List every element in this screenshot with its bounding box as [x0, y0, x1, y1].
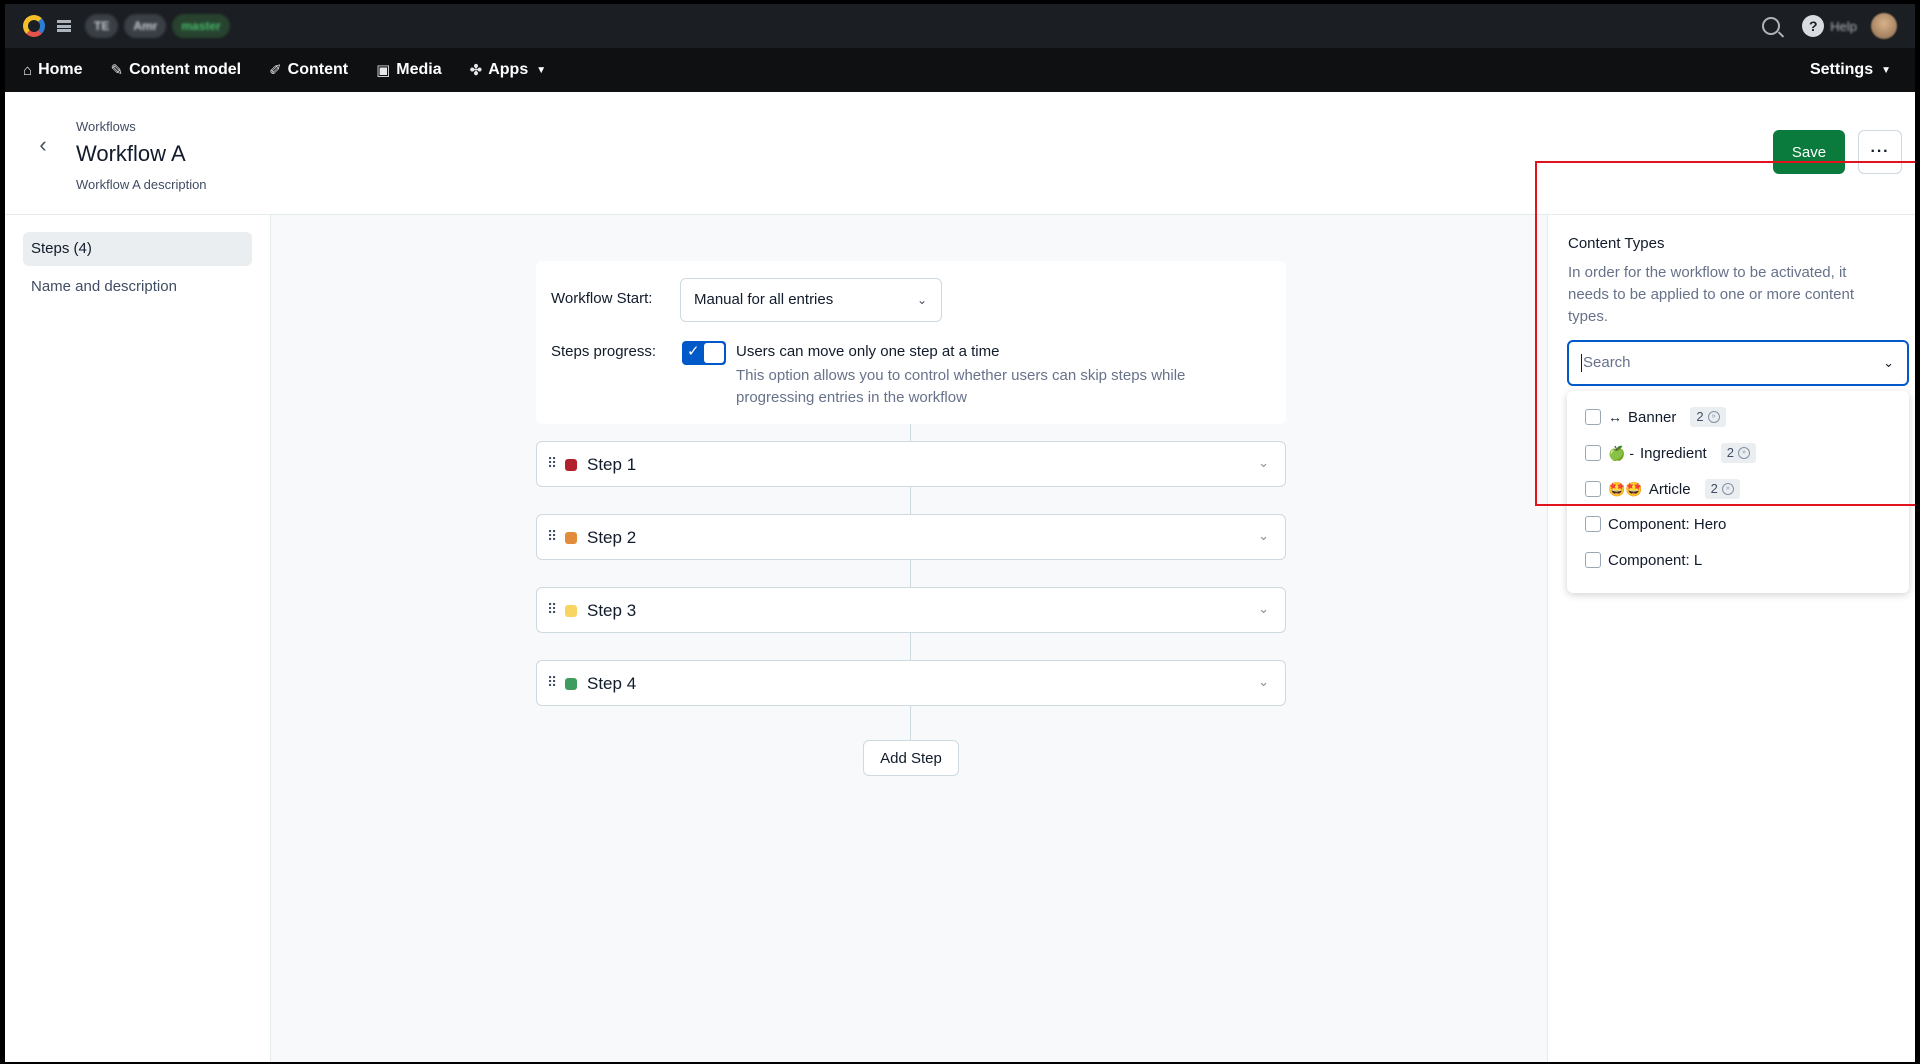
- nav-home[interactable]: ⌂ Home: [23, 61, 83, 79]
- content-types-search-input[interactable]: Search ⌄: [1567, 340, 1909, 386]
- step-connector: [910, 633, 911, 660]
- drag-handle-icon[interactable]: ⠿: [547, 674, 557, 691]
- workflow-settings-card: Workflow Start: Manual for all entries ⌄…: [536, 261, 1286, 424]
- drag-handle-icon[interactable]: ⠿: [547, 528, 557, 545]
- count-badge: 2»: [1704, 479, 1740, 499]
- breadcrumb[interactable]: Workflows: [76, 119, 136, 134]
- steps-progress-toggle[interactable]: ✓: [682, 341, 726, 365]
- image-icon: ▣: [376, 62, 391, 79]
- chevron-down-icon: ▼: [1881, 64, 1891, 76]
- content-types-help: In order for the workflow to be activate…: [1568, 264, 1855, 325]
- content-types-dropdown: ↔ Banner 2» 🍏 - Ingredient 2» 🤩🤩 Article…: [1567, 391, 1909, 593]
- step-connector: [910, 424, 911, 441]
- check-icon: ✓: [687, 343, 700, 360]
- chevron-down-icon[interactable]: ⌄: [1258, 455, 1269, 471]
- nav-settings[interactable]: Settings ▼: [1810, 61, 1891, 79]
- step-color-dot: [565, 678, 577, 690]
- list-item[interactable]: Component: Hero: [1585, 512, 1726, 536]
- chevron-down-icon[interactable]: ⌄: [1258, 528, 1269, 544]
- pen-icon: ✐: [269, 62, 282, 79]
- list-item[interactable]: 🍏 - Ingredient 2»: [1585, 441, 1756, 465]
- arrows-icon: ↔: [1608, 409, 1622, 425]
- add-step-button[interactable]: Add Step: [863, 740, 959, 776]
- workflow-start-label: Workflow Start:: [551, 290, 653, 307]
- checkbox[interactable]: [1585, 552, 1601, 568]
- app-window: TE Amr master ? Help ⌂ Home ✎ Content mo…: [5, 4, 1915, 1062]
- step-color-dot: [565, 532, 577, 544]
- branch-pill[interactable]: master: [172, 14, 230, 38]
- list-item[interactable]: ↔ Banner 2»: [1585, 405, 1726, 429]
- apple-icon: 🍏 -: [1608, 444, 1634, 461]
- search-icon[interactable]: [1762, 17, 1781, 35]
- chevron-down-icon[interactable]: ⌄: [1258, 674, 1269, 690]
- nav-media[interactable]: ▣ Media: [376, 61, 442, 79]
- workflow-start-select[interactable]: Manual for all entries ⌄: [680, 278, 942, 322]
- checkbox[interactable]: [1585, 445, 1601, 461]
- step-item[interactable]: ⠿ Step 2 ⌄: [536, 514, 1286, 560]
- page-header: ‹ Workflows Workflow A Workflow A descri…: [5, 92, 1915, 215]
- wrench-icon: ✎: [110, 62, 124, 79]
- chevron-down-icon[interactable]: ⌄: [1258, 601, 1269, 617]
- logo-icon[interactable]: [23, 15, 45, 37]
- nav-apps[interactable]: ✤ Apps ▼: [470, 61, 546, 79]
- help-icon[interactable]: ?: [1802, 15, 1825, 37]
- page-description: Workflow A description: [76, 177, 207, 192]
- nav-content[interactable]: ✐ Content: [269, 61, 348, 79]
- home-icon: ⌂: [23, 61, 33, 79]
- space-pill[interactable]: TE: [85, 14, 119, 38]
- count-badge: 2»: [1690, 407, 1726, 427]
- content-types-panel: Content Types In order for the workflow …: [1547, 215, 1915, 1062]
- chevron-down-icon[interactable]: ⌄: [1883, 342, 1894, 384]
- environment-pill[interactable]: Amr: [124, 14, 167, 38]
- grid-icon[interactable]: [57, 20, 71, 32]
- step-label: Step 4: [587, 674, 637, 693]
- step-label: Step 2: [587, 528, 637, 547]
- avatar[interactable]: [1871, 13, 1897, 39]
- step-connector: [910, 706, 911, 740]
- drag-handle-icon[interactable]: ⠿: [547, 601, 557, 618]
- save-button[interactable]: Save: [1773, 130, 1845, 174]
- nav-content-model[interactable]: ✎ Content model: [111, 61, 242, 79]
- step-label: Step 1: [587, 455, 637, 474]
- drag-handle-icon[interactable]: ⠿: [547, 455, 557, 472]
- checkbox[interactable]: [1585, 409, 1601, 425]
- option-help-text: This option allows you to control whethe…: [736, 367, 1186, 406]
- step-item[interactable]: ⠿ Step 4 ⌄: [536, 660, 1286, 706]
- step-connector: [910, 487, 911, 514]
- step-connector: [910, 560, 911, 587]
- workflow-icon: »: [1707, 411, 1720, 423]
- help-label[interactable]: Help: [1830, 19, 1857, 34]
- content-types-title: Content Types: [1568, 235, 1665, 252]
- page-title: Workflow A: [76, 141, 186, 166]
- step-color-dot: [565, 605, 577, 617]
- sidebar-item-steps[interactable]: Steps (4): [23, 232, 252, 266]
- sidebar-item-name-description[interactable]: Name and description: [23, 270, 252, 304]
- step-item[interactable]: ⠿ Step 3 ⌄: [536, 587, 1286, 633]
- left-sidebar: Steps (4) Name and description: [5, 215, 271, 1062]
- count-badge: 2»: [1720, 443, 1756, 463]
- workflow-icon: »: [1721, 483, 1734, 495]
- checkbox[interactable]: [1585, 481, 1601, 497]
- main-content: Workflow Start: Manual for all entries ⌄…: [271, 215, 1547, 1062]
- back-arrow-icon[interactable]: ‹: [31, 134, 55, 158]
- option-title: Users can move only one step at a time: [736, 343, 1000, 360]
- chevron-down-icon: ⌄: [916, 293, 927, 307]
- steps-progress-label: Steps progress:: [551, 343, 657, 360]
- more-actions-button[interactable]: ···: [1858, 130, 1902, 174]
- step-item[interactable]: ⠿ Step 1 ⌄: [536, 441, 1286, 487]
- top-bar: TE Amr master ? Help: [5, 4, 1915, 48]
- star-struck-icon: 🤩🤩: [1608, 480, 1643, 497]
- chevron-down-icon: ▼: [536, 64, 547, 76]
- checkbox[interactable]: [1585, 516, 1601, 532]
- step-label: Step 3: [587, 601, 637, 620]
- step-color-dot: [565, 459, 577, 471]
- main-nav: ⌂ Home ✎ Content model ✐ Content ▣ Media…: [5, 48, 1915, 92]
- list-item[interactable]: 🤩🤩 Article 2»: [1585, 477, 1740, 501]
- workflow-icon: »: [1737, 447, 1750, 459]
- list-item[interactable]: Component: L: [1585, 548, 1702, 572]
- puzzle-icon: ✤: [469, 62, 483, 79]
